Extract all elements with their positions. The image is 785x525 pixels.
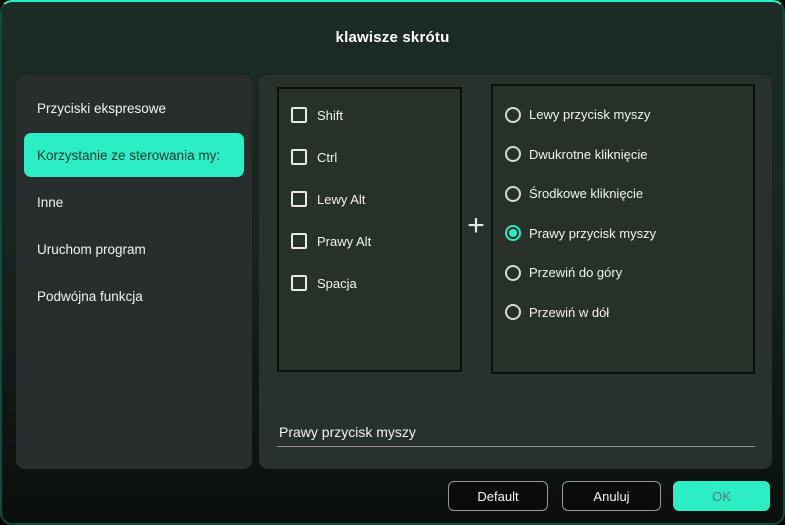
shortcut-keys-dialog: klawisze skrótu Przyciski ekspresowe Korz… (0, 0, 785, 525)
mouse-action-label: Dwukrotne kliknięcie (529, 146, 648, 162)
modifier-key-row[interactable]: Ctrl (279, 136, 460, 178)
mouse-action-label: Przewiń w dół (529, 304, 610, 320)
shortcut-preview-field[interactable]: Prawy przycisk myszy (277, 423, 755, 447)
checkbox-icon[interactable] (291, 107, 307, 123)
modifier-key-label: Prawy Alt (317, 233, 372, 249)
mouse-action-row[interactable]: Środkowe kliknięcie (493, 174, 753, 214)
mouse-action-row[interactable]: Lewy przycisk myszy (493, 95, 753, 135)
modifier-keys-panel: Shift Ctrl Lewy Alt Prawy Alt Spacja (277, 87, 462, 372)
radio-icon[interactable] (505, 106, 521, 123)
checkbox-icon[interactable] (291, 191, 307, 207)
plus-sign: + (467, 209, 485, 242)
modifier-key-label: Lewy Alt (317, 191, 366, 207)
sidebar-item-label: Uruchom program (37, 241, 146, 257)
sidebar: Przyciski ekspresowe Korzystanie ze stero… (16, 75, 252, 469)
radio-icon[interactable] (505, 146, 521, 163)
dialog-title: klawisze skrótu (335, 29, 450, 46)
radio-icon[interactable] (505, 185, 521, 202)
checkbox-icon[interactable] (291, 233, 307, 249)
sidebar-item[interactable]: Przyciski ekspresowe (24, 86, 244, 130)
sidebar-item[interactable]: Inne (24, 180, 244, 224)
mouse-actions-panel: Lewy przycisk myszy Dwukrotne kliknięcie Ś… (491, 84, 755, 374)
sidebar-item-label: Podwójna funkcja (37, 288, 143, 304)
radio-icon[interactable] (505, 304, 521, 321)
modifier-key-row[interactable]: Prawy Alt (279, 220, 460, 262)
checkbox-icon[interactable] (291, 149, 307, 165)
sidebar-item-label: Korzystanie ze sterowania my: (37, 147, 221, 163)
sidebar-item[interactable]: Podwójna funkcja (24, 274, 244, 318)
sidebar-item-label: Inne (37, 194, 64, 210)
shortcut-preview-value: Prawy przycisk myszy (279, 424, 416, 440)
main-panel: Shift Ctrl Lewy Alt Prawy Alt Spacja + Lewy … (259, 75, 772, 469)
cancel-button[interactable]: Anuluj (562, 481, 661, 511)
modifier-key-label: Shift (317, 107, 344, 123)
modifier-key-row[interactable]: Spacja (279, 262, 460, 304)
sidebar-item[interactable]: Uruchom program (24, 227, 244, 271)
checkbox-icon[interactable] (291, 275, 307, 291)
mouse-action-label: Przewiń do góry (529, 265, 623, 281)
modifier-key-row[interactable]: Lewy Alt (279, 178, 460, 220)
sidebar-item-label: Przyciski ekspresowe (37, 100, 167, 116)
radio-icon[interactable] (505, 225, 521, 242)
mouse-action-label: Prawy przycisk myszy (529, 225, 657, 241)
mouse-action-row[interactable]: Przewiń do góry (493, 253, 753, 293)
sidebar-item[interactable]: Korzystanie ze sterowania my: (24, 133, 244, 177)
modifier-key-label: Spacja (317, 275, 357, 291)
modifier-key-label: Ctrl (317, 149, 338, 165)
mouse-action-label: Lewy przycisk myszy (529, 107, 651, 123)
modifier-key-row[interactable]: Shift (279, 94, 460, 136)
default-button[interactable]: Default (448, 481, 548, 511)
ok-button[interactable]: OK (673, 481, 770, 511)
mouse-action-row[interactable]: Przewiń w dół (493, 293, 753, 333)
mouse-action-row[interactable]: Prawy przycisk myszy (493, 214, 753, 254)
mouse-action-row[interactable]: Dwukrotne kliknięcie (493, 135, 753, 175)
radio-icon[interactable] (505, 264, 521, 281)
mouse-action-label: Środkowe kliknięcie (529, 186, 644, 202)
